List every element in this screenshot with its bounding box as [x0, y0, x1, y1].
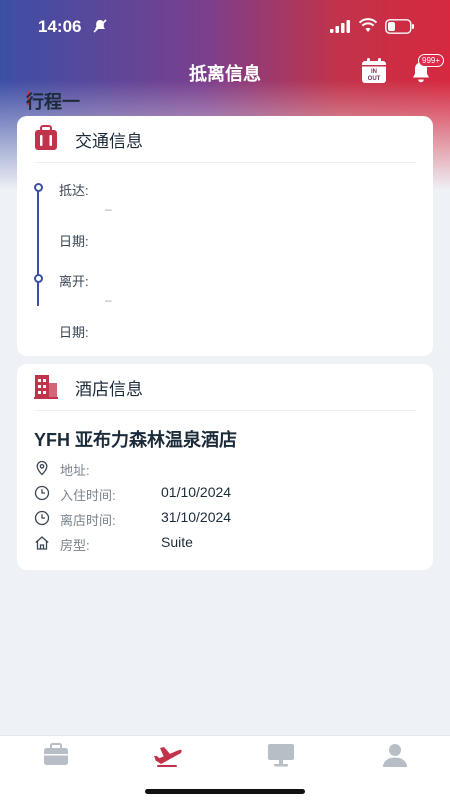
check-out-row: 离店时间: 31/10/2024 [34, 508, 414, 528]
briefcase-icon[interactable] [41, 742, 71, 768]
battery-icon [385, 19, 414, 34]
arrive-value: – [105, 202, 112, 216]
monitor-icon[interactable] [266, 742, 296, 768]
luggage-icon [35, 125, 57, 150]
airplane-icon[interactable] [153, 742, 183, 768]
clock-icon [34, 485, 50, 501]
signal-icon [330, 20, 350, 33]
check-in-value: 01/10/2024 [161, 484, 232, 500]
transport-card-title: 交通信息 [75, 132, 143, 151]
depart-date-label: 日期: [59, 325, 89, 340]
depart-label: 离开: [59, 274, 89, 289]
arrive-label: 抵达: [59, 183, 89, 198]
status-time: 14:06 [38, 17, 82, 36]
check-out-value: 31/10/2024 [161, 509, 232, 525]
divider [34, 410, 416, 411]
home-icon [35, 536, 49, 550]
timeline-line [37, 188, 39, 306]
inout-out-text: OUT [368, 76, 381, 82]
room-type-label: 房型: [60, 538, 90, 553]
address-label: 地址: [60, 463, 90, 478]
hotel-name: YFH 亚布力森林温泉酒店 [34, 430, 238, 450]
location-icon [36, 460, 48, 476]
person-icon[interactable] [380, 742, 410, 768]
check-in-row: 入住时间: 01/10/2024 [34, 483, 414, 503]
navigation-bar: 抵离信息 IN OUT 999+ [0, 52, 450, 92]
hotel-card: 酒店信息 YFH 亚布力森林温泉酒店 地址: 入住时间: 01/10/2024 … [17, 364, 433, 570]
hotel-address-row: 地址: [34, 458, 414, 478]
clock-icon [34, 510, 50, 526]
trip-title: 行程一 [26, 92, 80, 112]
inout-in-text: IN [371, 69, 377, 75]
home-indicator [145, 789, 305, 794]
room-type-value: Suite [161, 534, 193, 550]
room-type-row: 房型: Suite [34, 533, 414, 553]
timeline-dot-depart [33, 274, 43, 283]
arrive-date-label: 日期: [59, 234, 89, 249]
building-icon [34, 375, 58, 399]
mute-icon [93, 19, 107, 33]
depart-value: – [105, 293, 112, 307]
transport-card: 交通信息 抵达: – 日期: 离开: – 日期: [17, 116, 433, 356]
transport-card-header: 交通信息 [17, 116, 433, 162]
hotel-card-header: 酒店信息 [17, 364, 433, 410]
check-out-label: 离店时间: [60, 513, 116, 528]
hotel-card-title: 酒店信息 [75, 380, 143, 399]
notification-badge: 999+ [418, 54, 445, 67]
wifi-icon [359, 18, 377, 32]
divider [34, 162, 416, 163]
status-bar: 14:06 [0, 0, 450, 52]
check-in-out-calendar-icon[interactable]: IN OUT [361, 58, 387, 84]
check-in-label: 入住时间: [60, 488, 116, 503]
timeline-dot-arrive [33, 183, 43, 192]
